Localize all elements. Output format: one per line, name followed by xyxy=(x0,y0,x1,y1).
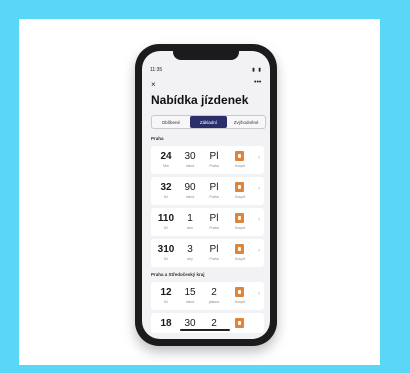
ticket-duration: 3 xyxy=(187,244,193,255)
ticket-duration: 1 xyxy=(187,213,193,224)
section-title-praha: Praha xyxy=(151,136,164,141)
buy-label[interactable]: Koupit xyxy=(229,195,251,199)
tab-basic[interactable]: Základní xyxy=(189,116,228,128)
close-icon[interactable]: × xyxy=(151,80,156,89)
ticket-duration-unit: minut xyxy=(185,300,195,304)
ticket-card[interactable]: 24 Min 30 minut Pl Praha Koupit › xyxy=(151,146,264,174)
ticket-tabs: Oblíbené Základní Zvýhodněné xyxy=(151,115,266,129)
more-icon[interactable]: ••• xyxy=(254,79,261,86)
ticket-duration: 90 xyxy=(184,182,196,193)
chevron-right-icon: › xyxy=(258,291,260,297)
ticket-duration-unit: minut xyxy=(185,164,195,168)
ticket-icon xyxy=(235,287,244,297)
ticket-zone: 2 xyxy=(211,318,217,329)
ticket-icon xyxy=(235,182,244,192)
ticket-card[interactable]: 310 Kč 3 dny Pl Praha Koupit › xyxy=(151,239,264,267)
ticket-price: 110 xyxy=(157,213,175,224)
ticket-price-unit: Kč xyxy=(163,195,169,199)
ticket-price-unit: Kč xyxy=(163,300,169,304)
home-indicator xyxy=(180,329,230,331)
ticket-zone-unit: Praha xyxy=(209,164,219,168)
ticket-card[interactable]: 110 Kč 1 den Pl Praha Koupit › xyxy=(151,208,264,236)
ticket-icon xyxy=(235,213,244,223)
ticket-zone-unit: Praha xyxy=(209,257,219,261)
ticket-zone: Pl xyxy=(209,182,219,193)
section-title-praha-region: Praha a Středočeský kraj xyxy=(151,272,205,277)
chevron-right-icon: › xyxy=(258,248,260,254)
status-time: 11:35 xyxy=(150,67,163,73)
chevron-right-icon: › xyxy=(258,155,260,161)
tab-discounted[interactable]: Zvýhodněné xyxy=(227,116,265,128)
ticket-zone-unit: Praha xyxy=(209,195,219,199)
buy-label[interactable]: Koupit xyxy=(229,164,251,168)
ticket-icon xyxy=(235,318,244,328)
ticket-duration-unit: minut xyxy=(185,195,195,199)
ticket-zone-unit: Praha xyxy=(209,226,219,230)
ticket-zone: Pl xyxy=(209,151,219,162)
buy-label[interactable]: Koupit xyxy=(229,226,251,230)
tab-favorites[interactable]: Oblíbené xyxy=(152,116,190,128)
page-title: Nabídka jízdenek xyxy=(151,93,249,107)
ticket-price-unit: Kč xyxy=(163,257,169,261)
ticket-price: 24 xyxy=(160,151,172,162)
ticket-zone: Pl xyxy=(209,213,219,224)
ticket-price: 18 xyxy=(160,318,172,329)
phone-notch xyxy=(173,51,239,60)
ticket-duration: 30 xyxy=(184,318,196,329)
ticket-duration-unit: den xyxy=(187,226,193,230)
buy-label[interactable]: Koupit xyxy=(229,300,251,304)
ticket-price: 310 xyxy=(157,244,175,255)
status-bar: 11:35 ▮ ▮ xyxy=(150,67,262,75)
ticket-price: 12 xyxy=(160,287,172,298)
ticket-card[interactable]: 32 Kč 90 minut Pl Praha Koupit › xyxy=(151,177,264,205)
ticket-price-unit: Min xyxy=(163,164,169,168)
ticket-duration-unit: dny xyxy=(187,257,193,261)
ticket-icon xyxy=(235,151,244,161)
buy-label[interactable]: Koupit xyxy=(229,257,251,261)
ticket-icon xyxy=(235,244,244,254)
ticket-duration: 15 xyxy=(184,287,196,298)
ticket-price-unit: Kč xyxy=(163,226,169,230)
ticket-zone-unit: pásma xyxy=(208,300,220,304)
chevron-right-icon: › xyxy=(258,186,260,192)
ticket-duration: 30 xyxy=(184,151,196,162)
ticket-zone: 2 xyxy=(211,287,217,298)
status-icons: ▮ ▮ xyxy=(252,67,262,73)
ticket-zone: Pl xyxy=(209,244,219,255)
ticket-card[interactable]: 12 Kč 15 minut 2 pásma Koupit › xyxy=(151,282,264,310)
ticket-price: 32 xyxy=(160,182,172,193)
chevron-right-icon: › xyxy=(258,217,260,223)
